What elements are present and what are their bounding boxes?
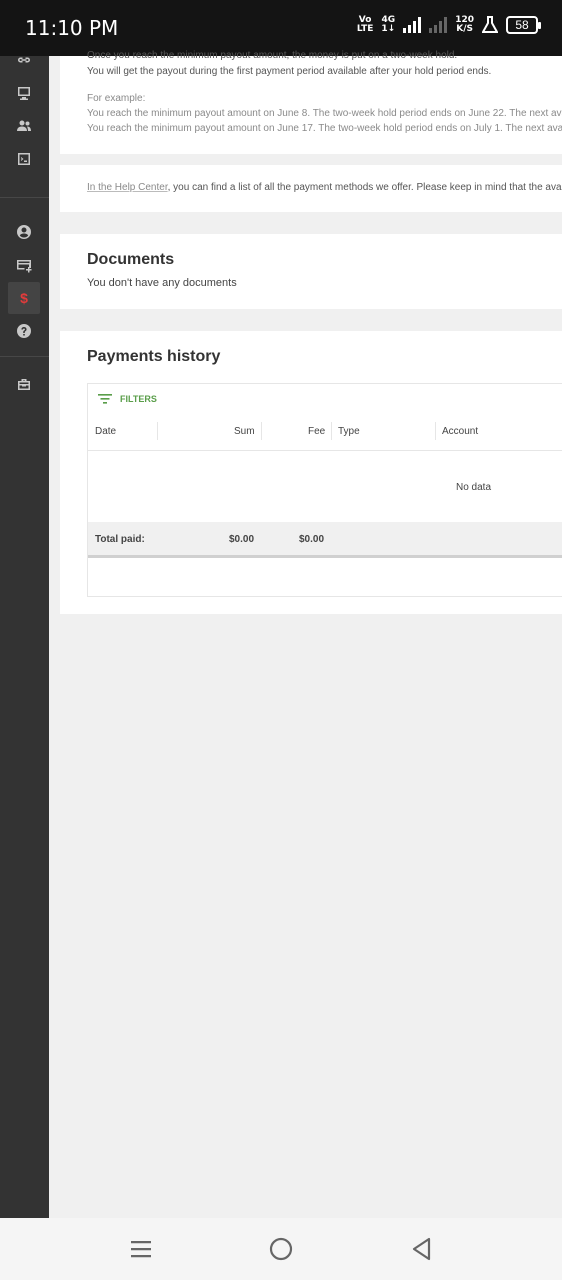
total-sum: $0.00 [229, 534, 255, 545]
network-speed: 120 K/S [455, 15, 474, 34]
clock: 11:10 PM [25, 16, 119, 40]
documents-card: Documents You don't have any documents [60, 234, 562, 309]
help-center-card: In the Help Center, you can find a list … [60, 165, 562, 212]
example-2: You reach the minimum payout amount on J… [87, 123, 562, 134]
account-icon[interactable] [8, 216, 40, 248]
help-center-link[interactable]: In the Help Center [87, 182, 168, 193]
back-icon[interactable] [409, 1236, 435, 1262]
hold-info-text-2: You will get the payout during the first… [87, 66, 492, 77]
status-icons: Vo LTE 4G 1↓ 120 K/S 58 [356, 15, 541, 34]
signal-secondary-icon [429, 17, 448, 33]
signal-icon [403, 17, 422, 33]
total-label: Total paid: [95, 534, 145, 545]
column-fee[interactable]: Fee [308, 426, 325, 437]
hold-info-card: Once you reach the minimum payout amount… [60, 50, 562, 154]
example-1: You reach the minimum payout amount on J… [87, 108, 562, 119]
home-icon[interactable] [268, 1236, 294, 1262]
column-date[interactable]: Date [95, 426, 116, 437]
filters-button[interactable]: FILTERS [98, 394, 157, 404]
help-icon[interactable] [8, 315, 40, 347]
payments-history-title: Payments history [87, 348, 221, 365]
payments-history-card: Payments history FILTERS Date Sum Fee Ty… [60, 331, 562, 614]
toolbox-icon[interactable] [8, 368, 40, 400]
payout-card-icon[interactable] [8, 249, 40, 281]
total-fee: $0.00 [299, 534, 325, 545]
column-type[interactable]: Type [338, 426, 360, 437]
column-sum[interactable]: Sum [234, 426, 255, 437]
flask-icon [482, 16, 498, 33]
monitor-icon[interactable] [8, 77, 40, 109]
terminal-icon[interactable] [8, 143, 40, 175]
users-icon[interactable] [8, 110, 40, 142]
navigation-bar [0, 1218, 562, 1280]
status-bar: 11:10 PM Vo LTE 4G 1↓ 120 K/S 58 [0, 0, 562, 56]
dollar-icon[interactable]: $ [8, 282, 40, 314]
no-data-text: No data [456, 482, 492, 493]
link-icon[interactable] [8, 44, 40, 76]
documents-title: Documents [87, 251, 175, 268]
payments-table: FILTERS Date Sum Fee Type Account No dat… [87, 383, 562, 597]
sidebar: $ [0, 56, 49, 1218]
network-type-indicator: 4G 1↓ [381, 15, 396, 34]
battery-icon: 58 [506, 16, 541, 34]
example-label: For example: [87, 93, 146, 104]
volte-indicator: Vo LTE [356, 15, 374, 34]
hold-info-text: Once you reach the minimum payout amount… [87, 50, 458, 61]
help-center-text: In the Help Center, you can find a list … [87, 182, 562, 193]
documents-empty-text: You don't have any documents [87, 277, 237, 289]
total-row: Total paid: $0.00 $0.00 [88, 522, 562, 558]
column-account[interactable]: Account [442, 426, 478, 437]
filter-icon [98, 394, 112, 404]
menu-icon[interactable] [128, 1236, 154, 1262]
